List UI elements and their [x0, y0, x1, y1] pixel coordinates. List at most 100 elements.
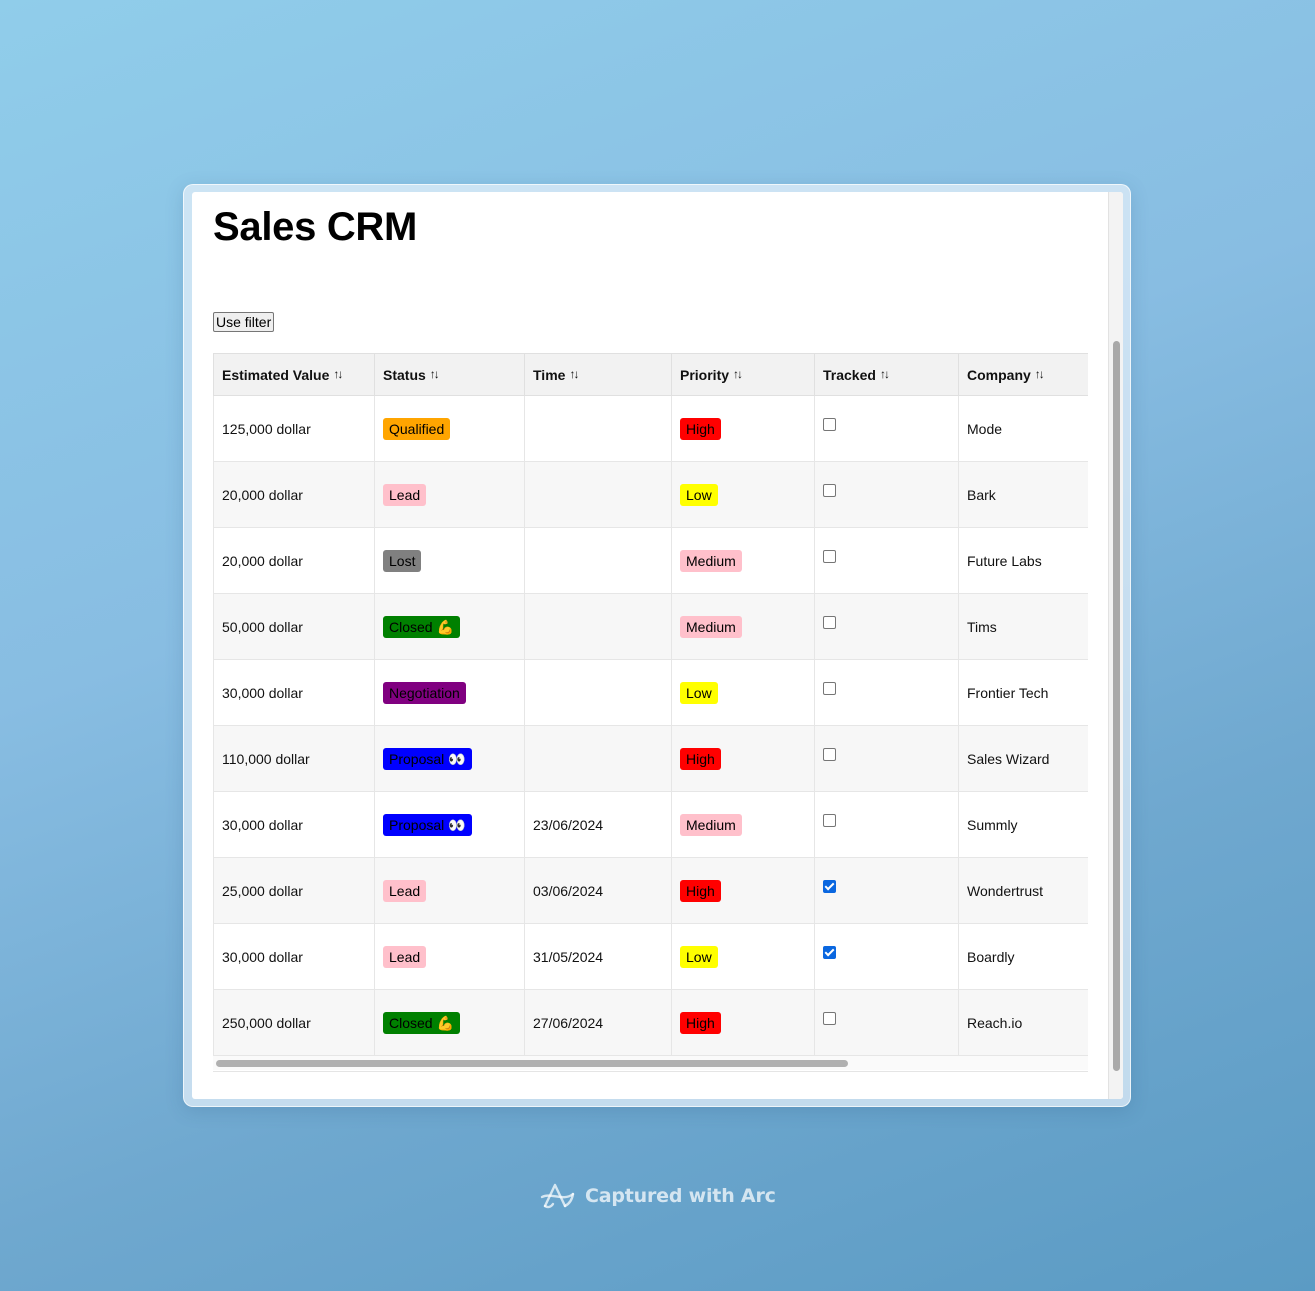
tracked-checkbox[interactable]	[823, 615, 836, 629]
cell-time	[524, 461, 672, 528]
column-header-tracked[interactable]: Tracked ↑↓	[814, 353, 959, 396]
priority-badge[interactable]: Medium	[680, 615, 742, 638]
sort-arrows-icon[interactable]: ↑↓	[569, 367, 579, 381]
table-row[interactable]: 125,000 dollar Qualified High Mode	[213, 395, 1088, 462]
table-row[interactable]: 250,000 dollar Closed 💪 27/06/2024 High Reac…	[213, 989, 1088, 1056]
table-row[interactable]: 50,000 dollar Closed 💪 Medium Tims	[213, 593, 1088, 660]
status-badge[interactable]: Proposal 👀	[383, 813, 472, 836]
status-badge[interactable]: Negotiation	[383, 681, 466, 704]
company-name: Reach.io	[967, 1014, 1023, 1031]
horizontal-scrollbar[interactable]	[213, 1056, 1088, 1070]
sort-arrows-icon[interactable]: ↑↓	[880, 367, 890, 381]
table-row[interactable]: 20,000 dollar Lead Low Bark	[213, 461, 1088, 528]
estimated-value: 50,000 dollar	[222, 618, 303, 635]
table-row[interactable]: 110,000 dollar Proposal 👀 High Sales Wizard	[213, 725, 1088, 792]
priority-badge[interactable]: Low	[680, 681, 718, 704]
company-name: Frontier Tech	[967, 684, 1049, 701]
cell-status: Negotiation	[374, 659, 525, 726]
tracked-checkbox[interactable]	[823, 879, 836, 893]
sort-arrows-icon[interactable]: ↑↓	[430, 367, 440, 381]
cell-priority: Low	[671, 659, 815, 726]
priority-badge[interactable]: Low	[680, 945, 718, 968]
horizontal-scrollbar-thumb[interactable]	[216, 1060, 848, 1067]
column-header-priority[interactable]: Priority ↑↓	[671, 353, 815, 396]
priority-badge[interactable]: High	[680, 879, 721, 902]
cell-status: Lead	[374, 857, 525, 924]
table-row[interactable]: 30,000 dollar Lead 31/05/2024 Low Boardly	[213, 923, 1088, 990]
cell-time: 31/05/2024	[524, 923, 672, 990]
cell-company: Summly	[958, 791, 1088, 858]
sort-arrows-icon[interactable]: ↑↓	[1035, 367, 1045, 381]
column-header-status[interactable]: Status ↑↓	[374, 353, 525, 396]
estimated-value: 20,000 dollar	[222, 486, 303, 503]
status-badge[interactable]: Lost	[383, 549, 422, 572]
cell-priority: High	[671, 395, 815, 462]
cell-company: Future Labs	[958, 527, 1088, 594]
cell-estimated-value: 30,000 dollar	[213, 659, 375, 726]
status-badge[interactable]: Lead	[383, 483, 427, 506]
column-header-estimated-value[interactable]: Estimated Value ↑↓	[213, 353, 375, 396]
column-header-time[interactable]: Time ↑↓	[524, 353, 672, 396]
time-value: 27/06/2024	[533, 1014, 604, 1031]
status-badge[interactable]: Proposal 👀	[383, 747, 472, 770]
tracked-checkbox[interactable]	[823, 681, 836, 695]
tracked-checkbox[interactable]	[823, 945, 836, 959]
priority-badge[interactable]: High	[680, 747, 721, 770]
cell-company: Wondertrust	[958, 857, 1088, 924]
vertical-scrollbar-thumb[interactable]	[1113, 341, 1120, 1071]
company-name: Wondertrust	[967, 882, 1043, 899]
table-row[interactable]: 30,000 dollar Proposal 👀 23/06/2024 Medium S…	[213, 791, 1088, 858]
status-badge[interactable]: Qualified	[383, 417, 451, 440]
status-badge[interactable]: Lead	[383, 879, 427, 902]
priority-badge[interactable]: Medium	[680, 549, 742, 572]
cell-time	[524, 593, 672, 660]
cell-priority: High	[671, 725, 815, 792]
sort-arrows-icon[interactable]: ↑↓	[333, 367, 343, 381]
estimated-value: 30,000 dollar	[222, 948, 303, 965]
arc-caption-text: Captured with Arc	[585, 1185, 776, 1207]
crm-table: Estimated Value ↑↓ Status ↑↓ Time ↑↓ Priority ↑…	[213, 353, 1088, 1056]
crm-table-container[interactable]: Estimated Value ↑↓ Status ↑↓ Time ↑↓ Priority ↑…	[213, 353, 1088, 1072]
priority-badge[interactable]: High	[680, 417, 721, 440]
browser-window: Sales CRM Use filter Estimated Value ↑↓ St…	[183, 184, 1131, 1107]
status-badge[interactable]: Closed 💪	[383, 615, 460, 638]
estimated-value: 30,000 dollar	[222, 684, 303, 701]
cell-priority: Low	[671, 461, 815, 528]
vertical-scrollbar[interactable]	[1108, 192, 1123, 1099]
estimated-value: 20,000 dollar	[222, 552, 303, 569]
cell-time	[524, 395, 672, 462]
page-content: Sales CRM Use filter Estimated Value ↑↓ St…	[192, 192, 1108, 1099]
cell-estimated-value: 25,000 dollar	[213, 857, 375, 924]
tracked-checkbox[interactable]	[823, 813, 836, 827]
status-badge[interactable]: Lead	[383, 945, 427, 968]
priority-badge[interactable]: High	[680, 1011, 721, 1034]
estimated-value: 125,000 dollar	[222, 420, 311, 437]
company-name: Bark	[967, 486, 996, 503]
company-name: Future Labs	[967, 552, 1042, 569]
sort-arrows-icon[interactable]: ↑↓	[733, 367, 743, 381]
tracked-checkbox[interactable]	[823, 483, 836, 497]
status-badge[interactable]: Closed 💪	[383, 1011, 460, 1034]
table-row[interactable]: 25,000 dollar Lead 03/06/2024 High Wondertru…	[213, 857, 1088, 924]
tracked-checkbox[interactable]	[823, 1011, 836, 1025]
cell-estimated-value: 125,000 dollar	[213, 395, 375, 462]
tracked-checkbox[interactable]	[823, 549, 836, 563]
priority-badge[interactable]: Medium	[680, 813, 742, 836]
time-value: 23/06/2024	[533, 816, 604, 833]
column-header-label: Estimated Value	[222, 366, 330, 383]
column-header-company[interactable]: Company ↑↓	[958, 353, 1088, 396]
tracked-checkbox[interactable]	[823, 747, 836, 761]
arc-capture-caption: Captured with Arc	[539, 1180, 776, 1212]
priority-badge[interactable]: Low	[680, 483, 718, 506]
column-header-label: Status	[383, 366, 426, 383]
cell-status: Proposal 👀	[374, 791, 525, 858]
cell-company: Tims	[958, 593, 1088, 660]
use-filter-button[interactable]: Use filter	[213, 312, 275, 332]
tracked-checkbox[interactable]	[823, 417, 836, 431]
column-header-label: Priority	[680, 366, 730, 383]
table-row[interactable]: 30,000 dollar Negotiation Low Frontier Tech	[213, 659, 1088, 726]
cell-priority: Medium	[671, 791, 815, 858]
cell-company: Bark	[958, 461, 1088, 528]
cell-priority: Medium	[671, 593, 815, 660]
table-row[interactable]: 20,000 dollar Lost Medium Future Labs	[213, 527, 1088, 594]
